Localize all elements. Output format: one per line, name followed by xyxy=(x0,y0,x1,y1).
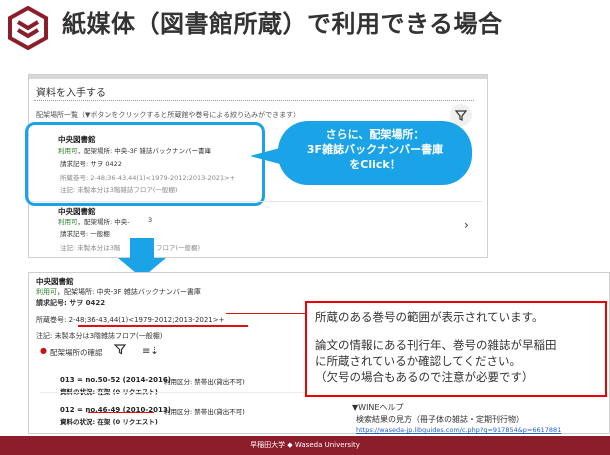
call-number: 請求記号: サヲ 0422 xyxy=(36,299,106,307)
section-title: 資料を入手する xyxy=(36,88,106,99)
info-line: 所蔵のある巻号の範囲が表示されています。 xyxy=(315,310,544,324)
item-divider xyxy=(32,201,482,202)
availability: 利用可，配架場所: 中央-3F 雑誌バックナンバー書庫 xyxy=(36,287,201,297)
location-pin-icon: ● xyxy=(40,346,47,355)
note: 注記: 未製本分は3階 xyxy=(60,244,121,252)
holdings-label: 所蔵巻号: xyxy=(36,316,69,324)
volume-divider xyxy=(40,392,340,393)
filter-icon xyxy=(113,344,127,355)
location-tail: 3 xyxy=(148,216,153,224)
library-name: 中央図書館 xyxy=(36,277,74,286)
down-arrow-icon xyxy=(130,238,154,260)
availability: 利用可，配架場所: 中央- xyxy=(58,216,130,226)
highlight-frame xyxy=(25,122,265,206)
wine-help-link[interactable]: https://waseda-jp.libguides.com/c.php?g=… xyxy=(356,426,561,434)
usage-class: 利用区分: 禁帯出(貸出不可) xyxy=(164,378,245,386)
waseda-library-logo-icon xyxy=(8,6,48,50)
holdings: 所蔵巻号: 2-48;36-43,44(1)<1979-2012;2013-20… xyxy=(36,315,225,325)
info-box: 所蔵のある巻号の範囲が表示されています。 論文の情報にある刊行年、巻号の雑誌が早… xyxy=(305,301,607,397)
status-available: 利用可 xyxy=(36,288,57,296)
callout-line: さらに、配架場所： xyxy=(325,128,425,141)
volume-label[interactable]: 013 = no.50-52 (2014-2016) xyxy=(60,376,171,384)
location-list-label: 配架場所一覧（▼ボタンをクリックすると所蔵館や巻号による絞り込みができます） xyxy=(36,111,301,119)
filter-button[interactable] xyxy=(112,341,128,361)
slide-title: 紙媒体（図書館所蔵）で利用できる場合 xyxy=(62,10,503,38)
item-status: 資料の状況: 在架 (0 リクエスト) xyxy=(60,418,158,426)
click-callout: さらに、配架場所： 3F雑誌バックナンバー書庫 をClick！ xyxy=(278,121,472,185)
info-line: に所蔵されているか確認してください。 xyxy=(315,354,521,368)
item-status: 資料の状況: 在架 (0 リクエスト) xyxy=(60,388,158,396)
note: フロア(一般棚) xyxy=(156,244,201,252)
volume-prefix: 012 = xyxy=(60,406,86,414)
location-confirm-link[interactable]: 配架場所の確認 xyxy=(50,347,103,358)
usage-class: 利用区分: 禁帯出(貸出不可) xyxy=(164,408,245,416)
wine-help-text: 検索結果の見方（冊子体の雑誌・定期刊行物） xyxy=(356,415,524,424)
shelf-location: ，配架場所: 中央-3F 雑誌バックナンバー書庫 xyxy=(57,288,201,296)
footer-text: 早稲田大学 ◆ Waseda University xyxy=(250,441,360,449)
note: 注記: 未製本分は3階雑誌フロア(一般棚) xyxy=(36,332,163,340)
info-line: 論文の情報にある刊行年、巻号の雑誌が早稲田 xyxy=(315,338,557,352)
status-available: 利用可 xyxy=(58,218,78,226)
section-divider xyxy=(34,100,474,101)
pointer-line xyxy=(226,313,306,314)
callout-pointer xyxy=(250,148,280,164)
holdings-underline xyxy=(78,325,248,327)
sort-icon[interactable]: ≡⇣ xyxy=(142,346,159,357)
shelf-location-link[interactable]: ，配架場所: 中央- xyxy=(78,218,130,226)
call-number: 請求記号: 一般棚 xyxy=(60,230,110,238)
info-line: （欠号の場合もあるので注意が必要です） xyxy=(315,370,534,384)
wine-help-title: ▼WINEヘルプ xyxy=(352,403,404,412)
callout-line: をClick！ xyxy=(349,158,401,171)
expand-chevron-icon[interactable]: › xyxy=(464,218,469,232)
volume-underline xyxy=(88,412,154,413)
callout-line: 3F雑誌バックナンバー書庫 xyxy=(306,143,444,156)
holdings-value: 2-48;36-43,44(1)<1979-2012;2013-2021>+ xyxy=(68,316,225,324)
